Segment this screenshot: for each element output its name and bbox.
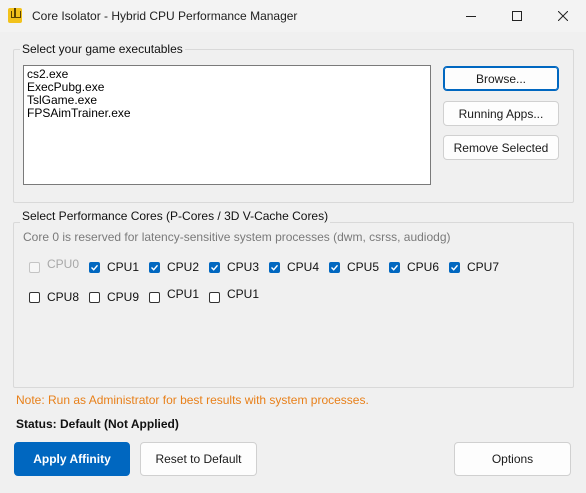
checkbox-box bbox=[89, 261, 100, 273]
app-window: Core Isolator - Hybrid CPU Performance M… bbox=[0, 0, 586, 493]
maximize-icon bbox=[512, 11, 522, 21]
checkbox-label: CPU6 bbox=[407, 260, 440, 274]
close-button[interactable] bbox=[540, 0, 586, 32]
checkbox-label: CPU0 bbox=[47, 257, 80, 271]
app-logo-icon bbox=[8, 8, 22, 23]
admin-note: Note: Run as Administrator for best resu… bbox=[16, 393, 369, 407]
remove-selected-button[interactable]: Remove Selected bbox=[443, 135, 559, 160]
close-icon bbox=[558, 11, 568, 21]
options-button[interactable]: Options bbox=[454, 442, 571, 476]
cpu5-checkbox[interactable]: CPU5 bbox=[329, 260, 379, 274]
checkmark-icon bbox=[151, 264, 159, 271]
cpu0-checkbox: CPU0 bbox=[29, 257, 80, 274]
cpu3-checkbox[interactable]: CPU3 bbox=[209, 260, 259, 274]
checkbox-label: CPU7 bbox=[467, 260, 500, 274]
cpu6-checkbox[interactable]: CPU6 bbox=[389, 260, 439, 274]
cpu11-checkbox[interactable]: CPU1 bbox=[209, 287, 260, 304]
checkbox-label: CPU3 bbox=[227, 260, 260, 274]
checkbox-box bbox=[149, 261, 160, 273]
apply-affinity-button[interactable]: Apply Affinity bbox=[14, 442, 130, 476]
executables-listbox[interactable]: cs2.exe ExecPubg.exe TslGame.exe FPSAimT… bbox=[23, 65, 431, 185]
checkbox-box bbox=[449, 261, 460, 273]
status-text: Status: Default (Not Applied) bbox=[16, 417, 179, 431]
checkmark-icon bbox=[391, 264, 399, 271]
cpu7-checkbox[interactable]: CPU7 bbox=[449, 260, 499, 274]
list-item[interactable]: FPSAimTrainer.exe bbox=[27, 107, 427, 120]
checkbox-box bbox=[209, 261, 220, 273]
checkbox-label: CPU5 bbox=[347, 260, 380, 274]
cpu1-checkbox[interactable]: CPU1 bbox=[89, 260, 139, 274]
checkbox-box bbox=[329, 261, 340, 273]
cpu4-checkbox[interactable]: CPU4 bbox=[269, 260, 319, 274]
maximize-button[interactable] bbox=[494, 0, 540, 32]
checkmark-icon bbox=[331, 264, 339, 271]
cpu10-checkbox[interactable]: CPU1 bbox=[149, 287, 200, 304]
checkbox-label: CPU4 bbox=[287, 260, 320, 274]
cpu9-checkbox[interactable]: CPU9 bbox=[89, 290, 139, 304]
cpu8-checkbox[interactable]: CPU8 bbox=[29, 290, 79, 304]
checkmark-icon bbox=[211, 264, 219, 271]
executables-group-title: Select your game executables bbox=[20, 42, 185, 56]
cpu2-checkbox[interactable]: CPU2 bbox=[149, 260, 199, 274]
checkbox-box bbox=[149, 291, 160, 303]
reset-to-default-button[interactable]: Reset to Default bbox=[140, 442, 257, 476]
checkbox-box bbox=[389, 261, 400, 273]
minimize-icon bbox=[466, 16, 476, 17]
checkmark-icon bbox=[271, 264, 279, 271]
checkbox-label: CPU9 bbox=[107, 290, 140, 304]
checkbox-label: CPU1 bbox=[167, 287, 200, 301]
checkbox-label: CPU1 bbox=[107, 260, 140, 274]
core-reserved-hint: Core 0 is reserved for latency-sensitive… bbox=[23, 230, 451, 244]
checkmark-icon bbox=[91, 264, 99, 271]
checkbox-label: CPU8 bbox=[47, 290, 80, 304]
checkbox-box bbox=[269, 261, 280, 273]
cores-group-title: Select Performance Cores (P-Cores / 3D V… bbox=[20, 209, 331, 223]
checkbox-label: CPU1 bbox=[227, 287, 260, 301]
cores-group bbox=[13, 222, 574, 388]
checkbox-box bbox=[29, 291, 40, 303]
checkmark-icon bbox=[451, 264, 459, 271]
checkbox-box bbox=[209, 291, 220, 303]
checkbox-box bbox=[29, 261, 40, 273]
minimize-button[interactable] bbox=[448, 0, 494, 32]
window-title: Core Isolator - Hybrid CPU Performance M… bbox=[32, 9, 298, 23]
running-apps-button[interactable]: Running Apps... bbox=[443, 101, 559, 126]
browse-button[interactable]: Browse... bbox=[443, 66, 559, 91]
checkbox-box bbox=[89, 291, 100, 303]
title-bar[interactable]: Core Isolator - Hybrid CPU Performance M… bbox=[0, 0, 586, 32]
checkbox-label: CPU2 bbox=[167, 260, 200, 274]
